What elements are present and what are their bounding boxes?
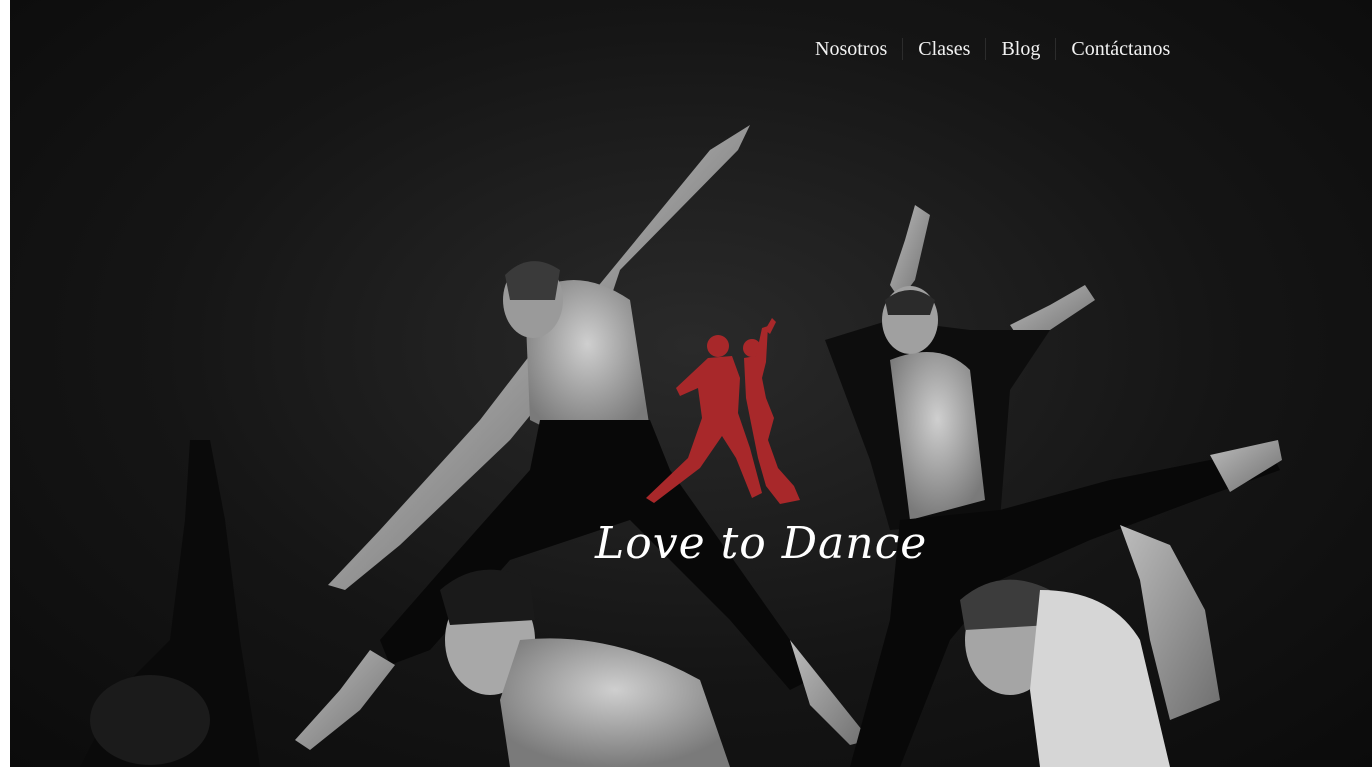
main-nav: Nosotros Clases Blog Contáctanos bbox=[800, 34, 1185, 64]
site-logo[interactable]: Love to Dance bbox=[595, 318, 928, 588]
nav-item-contactanos[interactable]: Contáctanos bbox=[1056, 34, 1185, 64]
logo-text: Love to Dance bbox=[595, 518, 928, 569]
page: Nosotros Clases Blog Contáctanos Love to… bbox=[10, 0, 1372, 767]
nav-item-clases[interactable]: Clases bbox=[903, 34, 985, 64]
dancing-couple-icon bbox=[646, 318, 800, 504]
dancer-center bbox=[440, 569, 730, 767]
nav-item-nosotros[interactable]: Nosotros bbox=[800, 34, 902, 64]
dancer-left bbox=[80, 440, 260, 767]
nav-item-blog[interactable]: Blog bbox=[986, 34, 1055, 64]
